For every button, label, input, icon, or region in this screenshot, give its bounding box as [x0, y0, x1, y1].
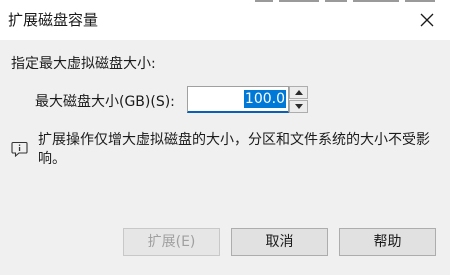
- triangle-down-icon: [295, 104, 303, 109]
- dialog-title: 扩展磁盘容量: [8, 11, 99, 29]
- title-bar[interactable]: 扩展磁盘容量: [0, 0, 450, 40]
- help-button[interactable]: 帮助: [339, 228, 436, 256]
- close-icon: [420, 13, 434, 27]
- triangle-up-icon: [295, 90, 303, 95]
- max-disk-size-label: 最大磁盘大小(GB)(S):: [35, 94, 175, 110]
- max-disk-size-input[interactable]: 100.0: [187, 86, 289, 113]
- max-disk-size-value: 100.0: [243, 90, 286, 108]
- size-spinner: [289, 86, 308, 113]
- expand-info-text: 扩展操作仅增大虚拟磁盘的大小，分区和文件系统的大小不受影响。: [38, 132, 430, 167]
- spin-up-button[interactable]: [289, 86, 308, 99]
- expand-button[interactable]: 扩展(E): [123, 228, 220, 256]
- dialog-content: 指定最大虚拟磁盘大小: 最大磁盘大小(GB)(S): 100.0 扩展操作仅增大…: [0, 40, 450, 275]
- spin-down-button[interactable]: [289, 100, 308, 113]
- expand-disk-dialog: 扩展磁盘容量 指定最大虚拟磁盘大小: 最大磁盘大小(GB)(S): 100.0: [0, 0, 450, 275]
- info-speech-icon: [11, 141, 28, 157]
- close-button[interactable]: [410, 4, 444, 36]
- background-window-edge: [255, 0, 450, 3]
- size-prompt-label: 指定最大虚拟磁盘大小:: [11, 56, 156, 72]
- cancel-button[interactable]: 取消: [231, 228, 328, 256]
